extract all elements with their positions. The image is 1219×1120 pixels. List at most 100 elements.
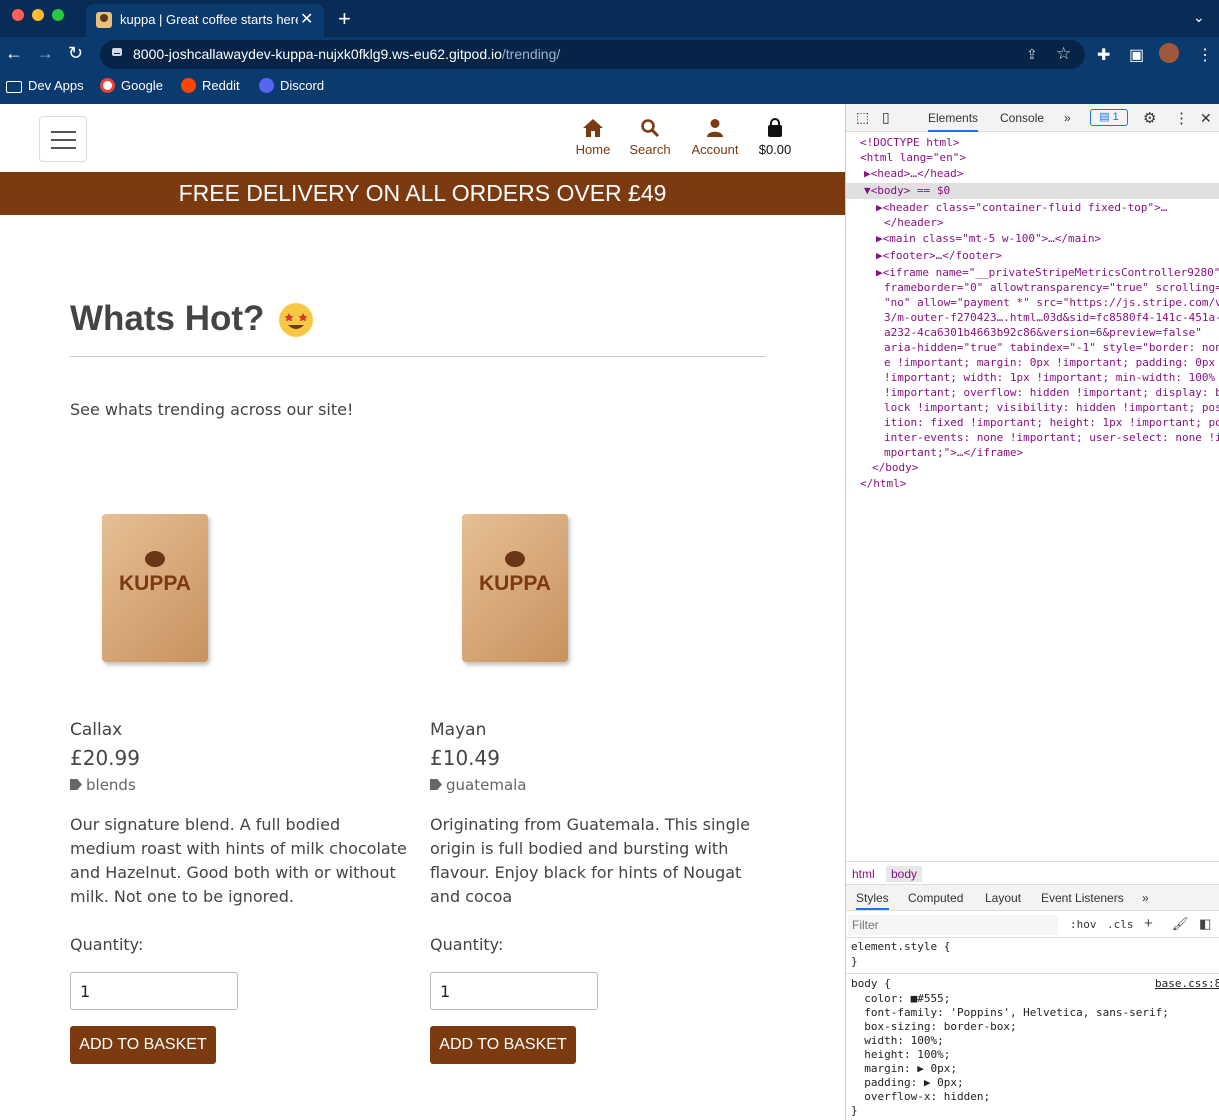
browser-menu-icon[interactable]: ⋮ bbox=[1197, 45, 1213, 65]
devtools-close-icon[interactable]: ✕ bbox=[1200, 110, 1212, 127]
product-name[interactable]: Mayan bbox=[430, 720, 486, 740]
browser-tab[interactable]: kuppa | Great coffee starts here ✕ bbox=[86, 4, 324, 37]
more-tabs-button[interactable]: » bbox=[1064, 111, 1071, 125]
add-to-basket-button[interactable]: ADD TO BASKET bbox=[70, 1026, 216, 1064]
tab-close-icon[interactable]: ✕ bbox=[300, 9, 313, 29]
dom-line: ition: fixed !important; height: 1px !im… bbox=[884, 416, 1219, 429]
bookmark-discord[interactable]: Discord bbox=[259, 78, 324, 93]
styles-filter-row: :hov .cls + 🖌 ◧ bbox=[846, 912, 1219, 938]
dom-line[interactable]: ▶<main class="mt-5 w-100">…</main> bbox=[876, 231, 1101, 246]
dom-line: "no" allow="payment *" src="https://js.s… bbox=[884, 296, 1219, 309]
css-selector[interactable]: body { bbox=[851, 977, 891, 991]
product-image[interactable]: KUPPA bbox=[102, 514, 208, 662]
css-property[interactable]: color: ■#555; bbox=[851, 992, 950, 1006]
settings-gear-icon[interactable]: ⚙ bbox=[1143, 109, 1156, 127]
tab-search-chevron-icon[interactable]: ⌄ bbox=[1193, 9, 1205, 26]
nav-search[interactable]: Search bbox=[626, 118, 674, 157]
inspect-element-icon[interactable]: ⬚ bbox=[856, 109, 869, 126]
close-window-button[interactable] bbox=[12, 9, 24, 21]
dom-link[interactable]: a232-4ca6301b4663b92c86&version=6&previe… bbox=[884, 325, 1202, 340]
css-property[interactable]: margin: ▶ 0px; bbox=[851, 1062, 957, 1076]
side-panel-icon[interactable]: ▣ bbox=[1129, 45, 1144, 65]
coffee-bean-icon bbox=[145, 551, 165, 567]
nav-basket[interactable]: $0.00 bbox=[754, 118, 796, 157]
forward-arrow-icon[interactable]: → bbox=[36, 43, 54, 64]
dom-line[interactable]: ▶<footer>…</footer> bbox=[876, 248, 1002, 263]
share-icon[interactable]: ⇪ bbox=[1026, 46, 1038, 63]
maximize-window-button[interactable] bbox=[52, 9, 64, 21]
paint-brush-icon[interactable]: 🖌 bbox=[1172, 916, 1189, 932]
css-property[interactable]: font-family: 'Poppins', Helvetica, sans-… bbox=[851, 1006, 1169, 1020]
product-image[interactable]: KUPPA bbox=[462, 514, 568, 662]
reload-icon[interactable]: ↻ bbox=[68, 43, 83, 64]
tab-layout[interactable]: Layout bbox=[985, 891, 1021, 905]
sidebar-toggle-icon[interactable]: ◧ bbox=[1199, 916, 1211, 932]
dom-line[interactable]: <html lang="en"> bbox=[860, 150, 966, 165]
css-source-link[interactable]: base.css:8 bbox=[1155, 977, 1219, 991]
dom-line[interactable]: ▶<head>…</head> bbox=[864, 166, 963, 181]
url-text: 8000-joshcallawaydev-kuppa-nujxk0fklg9.w… bbox=[133, 46, 561, 62]
bookmark-reddit[interactable]: Reddit bbox=[181, 78, 240, 93]
dom-line: !important; width: 1px !important; min-w… bbox=[884, 371, 1216, 384]
lock-icon bbox=[112, 48, 122, 56]
hamburger-menu-button[interactable] bbox=[39, 116, 87, 162]
product-brand: KUPPA bbox=[119, 572, 191, 595]
css-property[interactable]: box-sizing: border-box; bbox=[851, 1020, 1016, 1034]
styles-filter-input[interactable] bbox=[848, 915, 1058, 935]
star-struck-emoji-icon bbox=[279, 303, 313, 337]
dom-line[interactable]: ▶<header class="container-fluid fixed-to… bbox=[876, 200, 1167, 215]
tab-computed[interactable]: Computed bbox=[908, 891, 963, 905]
address-bar[interactable]: 8000-joshcallawaydev-kuppa-nujxk0fklg9.w… bbox=[100, 40, 1085, 69]
dom-line[interactable]: <!DOCTYPE html> bbox=[860, 135, 959, 150]
quantity-input[interactable] bbox=[430, 972, 598, 1010]
dom-line[interactable]: </html> bbox=[860, 476, 906, 491]
minimize-window-button[interactable] bbox=[32, 9, 44, 21]
quantity-input[interactable] bbox=[70, 972, 238, 1010]
crumb-html[interactable]: html bbox=[852, 867, 875, 881]
folder-icon bbox=[6, 81, 22, 93]
dom-line-body-selected[interactable]: ▼<body> == $0 bbox=[864, 183, 950, 198]
tab-styles[interactable]: Styles bbox=[856, 891, 889, 910]
add-rule-icon[interactable]: + bbox=[1144, 915, 1153, 932]
coffee-bean-icon bbox=[505, 551, 525, 567]
tag-icon bbox=[70, 779, 82, 790]
page-subtitle: See whats trending across our site! bbox=[70, 400, 354, 419]
dom-link[interactable]: 3/m-outer-f270423….html…03d&sid=fc8580f4… bbox=[884, 310, 1219, 325]
css-property[interactable]: overflow-x: hidden; bbox=[851, 1090, 990, 1104]
css-property[interactable]: width: 100%; bbox=[851, 1034, 943, 1048]
more-style-tabs-button[interactable]: » bbox=[1142, 891, 1149, 905]
nav-home[interactable]: Home bbox=[572, 118, 614, 157]
devtools-menu-icon[interactable]: ⋮ bbox=[1174, 109, 1189, 127]
nav-account-label: Account bbox=[691, 142, 739, 157]
dom-line[interactable]: ▶<iframe name="__privateStripeMetricsCon… bbox=[876, 265, 1219, 280]
class-toggle[interactable]: .cls bbox=[1107, 918, 1134, 931]
bookmark-dev-apps[interactable]: Dev Apps bbox=[6, 78, 84, 93]
dom-line[interactable]: </body> bbox=[872, 460, 918, 475]
device-toggle-icon[interactable]: ▯ bbox=[882, 109, 890, 126]
hover-state-toggle[interactable]: :hov bbox=[1070, 918, 1097, 931]
bookmark-star-icon[interactable]: ☆ bbox=[1056, 44, 1071, 64]
add-to-basket-button[interactable]: ADD TO BASKET bbox=[430, 1026, 576, 1064]
tab-console[interactable]: Console bbox=[1000, 111, 1044, 125]
css-property[interactable]: height: 100%; bbox=[851, 1048, 950, 1062]
crumb-body[interactable]: body bbox=[886, 866, 923, 882]
tab-title: kuppa | Great coffee starts here bbox=[120, 12, 298, 27]
nav-account[interactable]: Account bbox=[686, 118, 744, 157]
back-arrow-icon[interactable]: ← bbox=[5, 43, 23, 64]
product-description: Originating from Guatemala. This single … bbox=[430, 815, 751, 906]
tab-elements[interactable]: Elements bbox=[928, 111, 979, 132]
dom-line[interactable]: </header> bbox=[884, 215, 944, 230]
new-tab-button[interactable]: + bbox=[338, 6, 351, 32]
bookmark-google[interactable]: Google bbox=[100, 78, 163, 93]
tab-event-listeners[interactable]: Event Listeners bbox=[1041, 891, 1124, 905]
css-property[interactable]: padding: ▶ 0px; bbox=[851, 1076, 963, 1090]
issues-badge[interactable]: ▤ 1 bbox=[1090, 109, 1128, 126]
profile-avatar[interactable] bbox=[1159, 43, 1179, 63]
product-category-link[interactable]: guatemala bbox=[430, 776, 527, 794]
google-icon bbox=[100, 78, 115, 93]
user-icon bbox=[707, 119, 723, 137]
product-name[interactable]: Callax bbox=[70, 720, 122, 740]
product-category-link[interactable]: blends bbox=[70, 776, 136, 794]
page-title: Whats Hot? bbox=[70, 299, 265, 338]
extensions-puzzle-icon[interactable]: ✚ bbox=[1097, 45, 1110, 65]
